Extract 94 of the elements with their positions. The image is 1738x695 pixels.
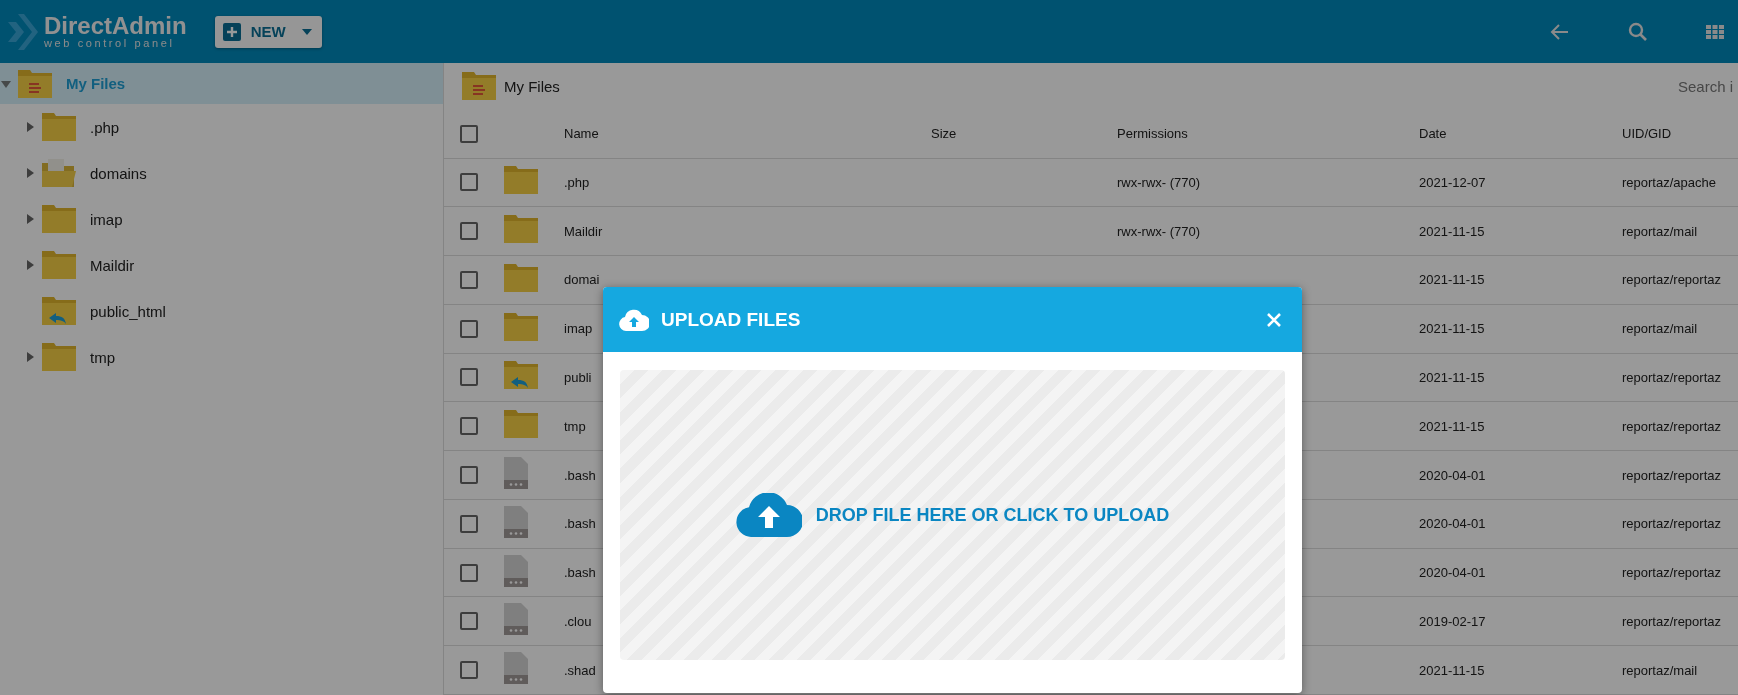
folder-icon [462,72,496,101]
table-cell-text: reportaz/reportaz [1622,418,1722,434]
drop-zone[interactable]: DROP FILE HERE OR CLICK TO UPLOAD [620,370,1285,660]
tree-label: public_html [90,302,166,320]
table-cell-text: 2021-11-15 [1419,321,1486,337]
tree-item[interactable]: .php [0,104,443,150]
table-cell-text: 2020-04-01 [1419,467,1487,483]
plus-icon [222,22,241,41]
folder-icon [18,69,52,98]
table-cell-text: reportaz/apache [1622,174,1717,190]
folder-icon [42,343,76,371]
cloud-upload-icon [735,493,802,537]
folder-icon [42,113,76,141]
tree-label: tmp [90,348,115,366]
table-cell-text: 2021-11-15 [1419,223,1486,239]
table-cell-text: reportaz/mail [1622,321,1699,337]
tree-label: domains [90,164,147,182]
folder-icon [504,215,538,244]
checkbox[interactable] [460,222,478,241]
tree-label: My Files [66,75,126,92]
table-cell-text: 2020-04-01 [1419,565,1487,581]
logo-icon [8,13,38,50]
column-header[interactable]: Name [564,126,931,142]
folder-icon [504,263,538,292]
tree-item[interactable]: domains [0,150,443,196]
file-icon [504,457,528,489]
table-cell-text: reportaz/reportaz [1622,613,1722,629]
checkbox[interactable] [460,368,478,387]
new-button[interactable]: NEW [214,15,322,48]
folder-icon [504,410,538,439]
tree-item[interactable]: Maildir [0,242,443,288]
search-field[interactable]: Search i [1678,77,1738,95]
folder-icon [42,251,76,279]
tree-label: imap [90,210,123,228]
table-cell-text: reportaz/mail [1622,223,1699,239]
caret-icon[interactable] [24,213,36,225]
column-header[interactable]: Size [931,126,1117,142]
checkbox[interactable] [460,319,478,338]
table-cell-text: 2021-11-15 [1419,370,1486,385]
table-cell-text: reportaz/reportaz [1622,565,1722,581]
file-name[interactable]: Maildir [564,223,931,239]
tree-item[interactable]: tmp [0,334,443,380]
table-cell-text: 2020-04-01 [1419,516,1487,532]
tree-item[interactable]: public_html [0,288,443,334]
folder-icon [42,297,76,325]
checkbox[interactable] [460,173,478,192]
checkbox[interactable] [460,417,478,436]
column-header[interactable]: UID/GID [1622,126,1738,142]
table-cell-text: 2019-02-17 [1419,613,1487,629]
checkbox[interactable] [460,661,478,680]
caret-icon [301,28,312,35]
checkbox[interactable] [460,466,478,484]
table-cell-text: 2021-11-15 [1419,272,1486,288]
table-cell-text: reportaz/reportaz [1622,370,1722,385]
tree-label: .php [90,118,120,136]
folder-icon [42,205,76,233]
caret-icon[interactable] [24,167,36,179]
dropzone-text: DROP FILE HERE OR CLICK TO UPLOAD [815,504,1170,526]
checkbox[interactable] [460,124,478,143]
file-name[interactable]: .php [564,174,931,190]
file-icon [504,603,528,636]
column-header[interactable]: Permissions [1117,126,1419,142]
folder-icon [504,312,538,341]
table-cell-text: rwx-rwx- (770) [1117,174,1202,190]
checkbox[interactable] [460,514,478,533]
tree-label: Maildir [90,256,135,274]
checkbox[interactable] [460,563,478,582]
table-cell-text: 2021-11-15 [1419,418,1486,434]
table-cell-text: reportaz/mail [1622,662,1699,678]
logo-name: DirectAdmin [44,14,187,38]
caret-icon[interactable] [24,351,36,363]
table-cell-text: reportaz/reportaz [1622,467,1722,483]
cloud-upload-icon [619,308,649,331]
column-header[interactable]: Date [1419,126,1622,142]
logo-tagline: web control panel [44,38,176,49]
caret-icon[interactable] [24,259,36,271]
folder-icon [504,361,538,390]
table-cell-text: rwx-rwx- (770) [1117,223,1202,239]
file-icon [504,652,528,685]
checkbox[interactable] [460,612,478,631]
tree-item[interactable]: imap [0,196,443,242]
dialog-title: UPLOAD FILES [661,308,802,331]
table-cell-text: reportaz/reportaz [1622,516,1722,532]
file-icon [504,554,528,587]
table-cell-text: reportaz/reportaz [1622,272,1722,288]
folder-icon [504,166,538,195]
file-icon [504,505,528,538]
checkbox[interactable] [460,270,478,289]
file-name[interactable]: domai [564,272,931,288]
caret-icon[interactable] [24,121,36,133]
breadcrumb[interactable]: My Files [504,77,560,95]
table-cell-text: 2021-11-15 [1419,662,1486,678]
folder-icon [42,159,76,187]
table-cell-text: 2021-12-07 [1419,174,1487,190]
